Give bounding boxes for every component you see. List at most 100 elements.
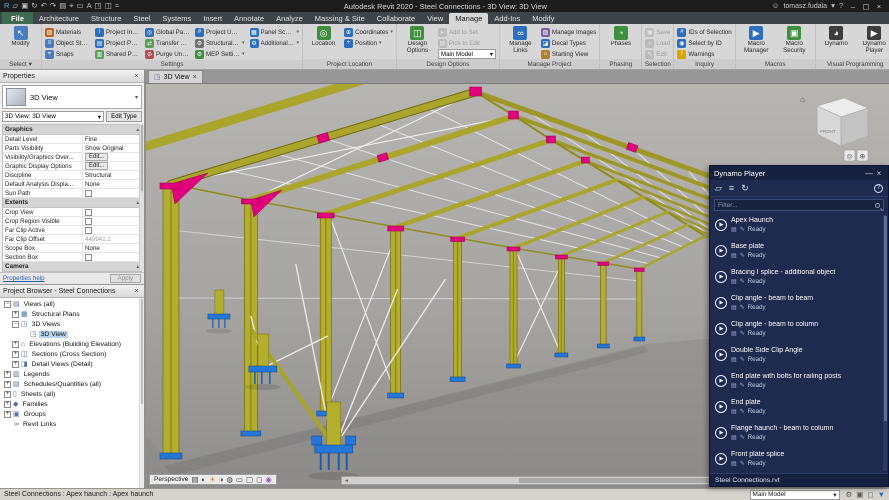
expand-icon[interactable]: + (4, 371, 11, 378)
close-icon[interactable]: × (132, 73, 141, 80)
button-edit[interactable]: ✎Edit (645, 49, 670, 59)
exclude-options-icon[interactable]: ▣ (856, 491, 863, 499)
button-materials[interactable]: ▨Materials (45, 27, 90, 37)
edit-in-dynamo-icon[interactable]: ✎ (740, 383, 745, 389)
play-script-button[interactable]: ▶ (715, 453, 727, 465)
tab-systems[interactable]: Systems (157, 13, 198, 24)
perspective-label[interactable]: Perspective (154, 476, 188, 483)
button-warnings[interactable]: !Warnings (677, 49, 731, 59)
collapse-icon[interactable]: − (4, 301, 11, 308)
button-ids-of-selection[interactable]: #IDs of Selection (677, 27, 731, 37)
button-load[interactable]: ▱Load (645, 38, 670, 48)
tree-item-3d-view[interactable]: ◳3D View (0, 329, 144, 339)
navigation-wheel-icon[interactable]: ◎ (847, 153, 853, 160)
worksharing-icon[interactable]: ⚙ (846, 491, 853, 499)
help-icon[interactable]: ? (839, 2, 843, 10)
close-view-icon[interactable]: × (193, 74, 197, 81)
panel-label-visual-programming[interactable]: Visual Programming (816, 59, 889, 69)
tree-item-groups[interactable]: +▣Groups (0, 409, 144, 419)
edit-in-dynamo-icon[interactable]: ✎ (740, 227, 745, 233)
button-mep-settings[interactable]: ⚙MEP Settings▾ (195, 49, 245, 59)
view-tab-3d-view[interactable]: ◳ 3D View × (148, 70, 203, 83)
button-manage-links[interactable]: ∞Manage Links (503, 25, 538, 54)
button-save[interactable]: ▣Save (645, 27, 670, 37)
button-position[interactable]: +Position▾ (344, 38, 393, 48)
help-icon[interactable]: ? (874, 184, 883, 193)
button-structural-settings[interactable]: ⚙Structural Settings▾ (195, 38, 245, 48)
play-script-button[interactable]: ▶ (715, 401, 727, 413)
apply-button[interactable]: Apply (110, 274, 141, 283)
checkbox-crop-region-visible[interactable] (85, 218, 92, 225)
button-purge-unused[interactable]: ⊘Purge Unused (145, 49, 190, 59)
play-script-button[interactable]: ▶ (715, 219, 727, 231)
minimize-icon[interactable]: — (864, 169, 874, 178)
play-script-button[interactable]: ▶ (715, 323, 727, 335)
tab-analyze[interactable]: Analyze (270, 13, 309, 24)
panel-label-inquiry[interactable]: Inquiry (674, 59, 734, 69)
temporary-hide-icon[interactable]: ◻ (256, 476, 262, 484)
tree-item-legends[interactable]: +▥Legends (0, 369, 144, 379)
expand-icon[interactable]: + (12, 351, 19, 358)
measure-icon[interactable]: ⌖ (69, 2, 73, 10)
button-object-styles[interactable]: ≡Object Styles (45, 38, 90, 48)
viewcube-home-icon[interactable]: ⌂ (800, 95, 805, 104)
tab-massing-site[interactable]: Massing & Site (309, 13, 371, 24)
tab-structure[interactable]: Structure (85, 13, 127, 24)
sun-path-icon[interactable]: ☀ (209, 476, 216, 484)
play-script-button[interactable]: ▶ (715, 245, 727, 257)
button-select-by-id[interactable]: ◉Select by ID (677, 38, 731, 48)
panel-label-manage-project[interactable]: Manage Project (500, 59, 599, 69)
tree-item-schedules-quantities-all[interactable]: +▤Schedules/Quantities (all) (0, 379, 144, 389)
tag-icon[interactable]: ▭ (77, 2, 84, 10)
script-list-icon[interactable]: ≡ (729, 184, 734, 193)
play-script-button[interactable]: ▶ (715, 427, 727, 439)
edit-in-dynamo-icon[interactable]: ✎ (740, 461, 745, 467)
button-global-parameters[interactable]: ◎Global Parameters (145, 27, 190, 37)
panel-label-phasing[interactable]: Phasing (600, 59, 641, 69)
reveal-hidden-icon[interactable]: ◉ (265, 476, 272, 484)
detail-level-icon[interactable]: ▤ (191, 476, 198, 484)
edit-in-dynamo-icon[interactable]: ✎ (740, 409, 745, 415)
tree-item-families[interactable]: +◆Families (0, 399, 144, 409)
edit-button-visibility-graphics-over[interactable]: Edit... (85, 153, 108, 161)
zoom-icon[interactable]: ⊕ (860, 153, 866, 160)
button-phases[interactable]: ◔Phases (603, 25, 638, 48)
expand-icon[interactable]: + (4, 411, 11, 418)
properties-scrollbar[interactable] (139, 124, 144, 271)
expand-icon[interactable]: + (12, 311, 19, 318)
visual-style-icon[interactable]: ◐ (202, 476, 207, 484)
edit-in-dynamo-icon[interactable]: ✎ (740, 253, 745, 259)
close-icon[interactable]: × (874, 169, 884, 178)
tab-add-ins[interactable]: Add-Ins (488, 13, 526, 24)
button-add-to-set[interactable]: ▸Add to Set (438, 27, 496, 37)
main-model-select[interactable]: Main Model▾ (438, 49, 496, 59)
property-group-extents[interactable]: Extents▴ (3, 198, 141, 208)
view-select-dropdown[interactable]: 3D View: 3D View ▾ (2, 111, 104, 122)
edit-in-dynamo-icon[interactable]: ✎ (740, 279, 745, 285)
shadows-icon[interactable]: ◑ (219, 476, 224, 484)
button-coordinates[interactable]: ⊕Coordinates▾ (344, 27, 393, 37)
expand-icon[interactable]: + (4, 401, 11, 408)
button-pick-to-edit[interactable]: ▨Pick to Edit (438, 38, 496, 48)
close-button[interactable]: × (873, 2, 885, 11)
default-3d-view-icon[interactable]: ◳ (95, 2, 102, 10)
tab-steel[interactable]: Steel (127, 13, 156, 24)
tab-modify[interactable]: Modify (526, 13, 560, 24)
scrollbar-thumb[interactable] (519, 478, 740, 483)
section-icon[interactable]: ◫ (105, 2, 112, 10)
expand-icon[interactable]: + (12, 361, 19, 368)
filter-icon[interactable]: ▼ (878, 491, 885, 499)
undo-icon[interactable]: ↶ (41, 2, 47, 10)
tree-item-views-all[interactable]: −▤Views (all) (0, 299, 144, 309)
button-macro-manager[interactable]: ▶Macro Manager (739, 25, 774, 54)
crop-view-icon[interactable]: ▭ (236, 476, 243, 484)
edit-in-dynamo-icon[interactable]: ✎ (740, 435, 745, 441)
button-project-information[interactable]: iProject Information (95, 27, 140, 37)
open-icon[interactable]: ▱ (12, 2, 18, 10)
folder-open-icon[interactable]: ▱ (715, 184, 722, 193)
checkbox-sun-path[interactable] (85, 190, 92, 197)
close-icon[interactable]: × (132, 288, 141, 295)
play-script-button[interactable]: ▶ (715, 375, 727, 387)
tab-annotate[interactable]: Annotate (228, 13, 270, 24)
button-panel-schedule-templates[interactable]: ▦Panel Schedule Templates▾ (250, 27, 300, 37)
